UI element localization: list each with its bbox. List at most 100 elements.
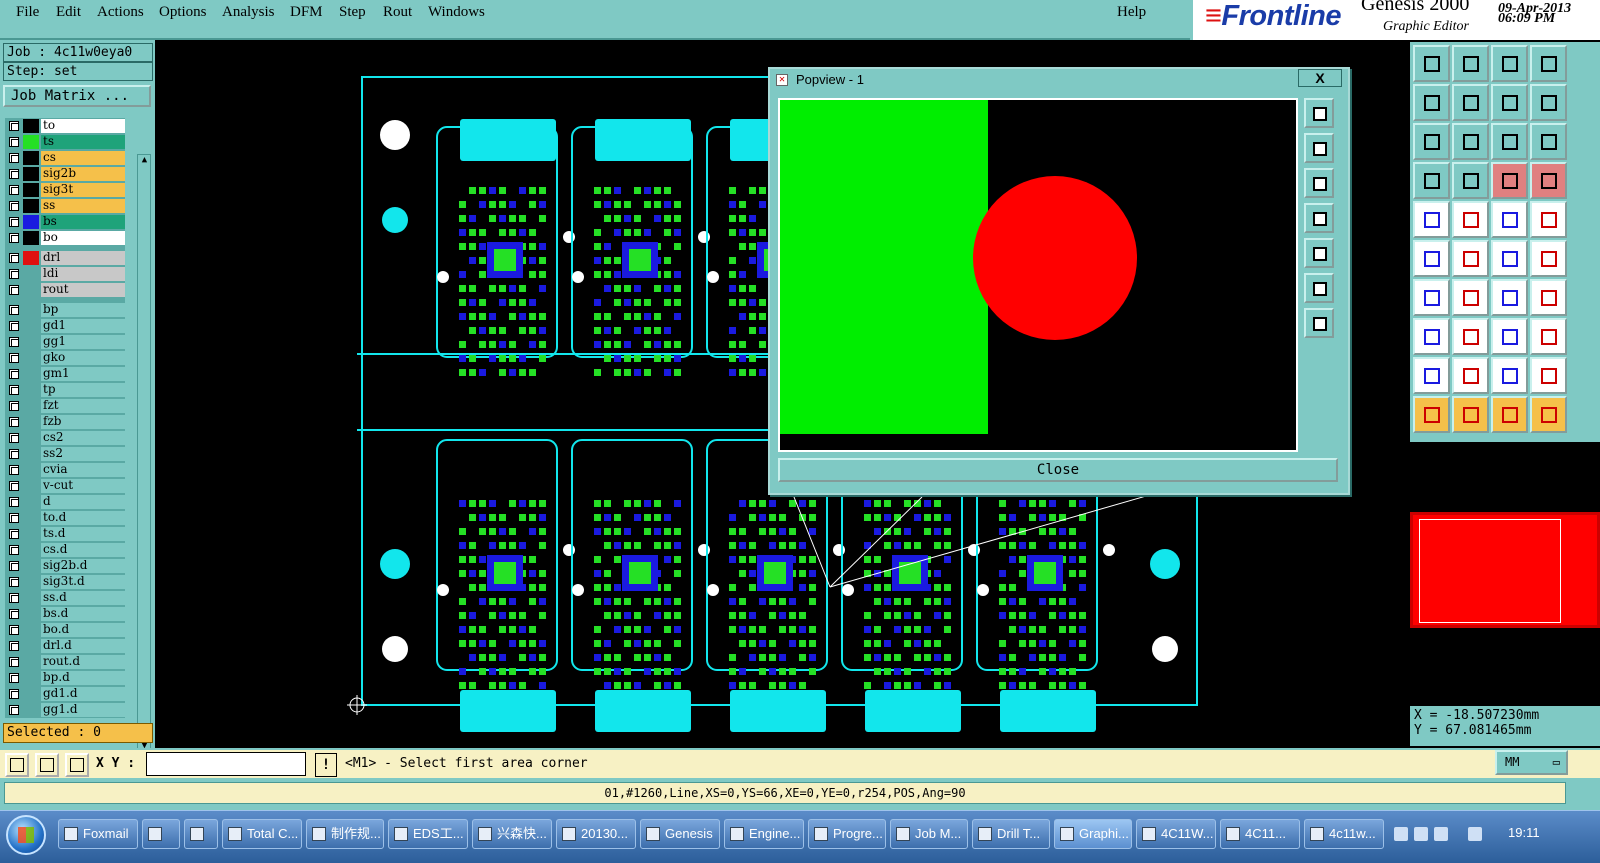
layer-checkbox[interactable]: [9, 545, 19, 555]
start-button[interactable]: [6, 815, 46, 855]
layer-name[interactable]: sig3t.d: [41, 575, 125, 589]
layer-color-swatch[interactable]: [23, 415, 39, 429]
layer-name[interactable]: sig2b.d: [41, 559, 125, 573]
snap-icon[interactable]: [5, 753, 29, 777]
measure-icon[interactable]: [35, 753, 59, 777]
layer-row-bp[interactable]: bp: [5, 302, 125, 317]
popview-canvas[interactable]: [778, 98, 1298, 452]
layer-name[interactable]: bp: [41, 303, 125, 317]
layer-color-swatch[interactable]: [23, 251, 39, 265]
tool-zoom-page-icon[interactable]: [1530, 45, 1567, 82]
grid-icon[interactable]: [65, 753, 89, 777]
layer-color-swatch[interactable]: [23, 559, 39, 573]
layer-row-sig3t.d[interactable]: sig3t.d: [5, 574, 125, 589]
layer-name[interactable]: rout.d: [41, 655, 125, 669]
layer-color-swatch[interactable]: [23, 543, 39, 557]
tool-right-icon[interactable]: [1452, 84, 1489, 121]
overview-map[interactable]: [1410, 512, 1600, 628]
layer-color-swatch[interactable]: [23, 231, 39, 245]
layer-color-swatch[interactable]: [23, 639, 39, 653]
layer-checkbox[interactable]: [9, 321, 19, 331]
pv-zoom-icon[interactable]: [1304, 98, 1334, 128]
layer-checkbox[interactable]: [9, 337, 19, 347]
layer-checkbox[interactable]: [9, 657, 19, 667]
layer-row-bs.d[interactable]: bs.d: [5, 606, 125, 621]
tool-ratio-icon[interactable]: [1491, 123, 1528, 160]
taskbar-task[interactable]: 兴森快...: [472, 819, 552, 849]
layer-name[interactable]: to.d: [41, 511, 125, 525]
tool-circle-icon[interactable]: [1530, 201, 1567, 238]
layer-name[interactable]: sig2b: [41, 167, 125, 181]
popview-titlebar[interactable]: ✕ Popview - 1 X: [770, 69, 1348, 91]
layer-name[interactable]: tp: [41, 383, 125, 397]
layer-color-swatch[interactable]: [23, 283, 39, 297]
tool-layer-b-icon[interactable]: [1530, 162, 1567, 199]
taskbar-task[interactable]: Graphi...: [1054, 819, 1132, 849]
layer-scrollbar[interactable]: ▲ ▼: [137, 154, 151, 754]
layer-checkbox[interactable]: [9, 217, 19, 227]
layer-row-cs[interactable]: cs: [5, 150, 125, 165]
tool-snap-settings-icon[interactable]: [1413, 162, 1450, 199]
tool-pin-icon[interactable]: [1452, 162, 1489, 199]
tool-angle-icon[interactable]: [1413, 279, 1450, 316]
layer-color-swatch[interactable]: [23, 463, 39, 477]
layer-checkbox[interactable]: [9, 137, 19, 147]
layer-row-cvia[interactable]: cvia: [5, 462, 125, 477]
layer-color-swatch[interactable]: [23, 267, 39, 281]
layer-checkbox[interactable]: [9, 593, 19, 603]
tray-network-icon[interactable]: [1414, 827, 1428, 841]
layer-row-ldi[interactable]: ldi: [5, 266, 125, 281]
layer-name[interactable]: drl: [41, 251, 125, 265]
layer-name[interactable]: ts: [41, 135, 125, 149]
layer-row-sig2b[interactable]: sig2b: [5, 166, 125, 181]
layer-row-ts[interactable]: ts: [5, 134, 125, 149]
layer-checkbox[interactable]: [9, 641, 19, 651]
layer-name[interactable]: gko: [41, 351, 125, 365]
menu-dfm[interactable]: DFM: [290, 4, 323, 21]
tool-cross-icon[interactable]: [1452, 240, 1489, 277]
tool-surface-c-icon[interactable]: [1491, 357, 1528, 394]
layer-color-swatch[interactable]: [23, 671, 39, 685]
taskbar-task[interactable]: Genesis: [640, 819, 720, 849]
layer-name[interactable]: bo: [41, 231, 125, 245]
taskbar-task[interactable]: 20130...: [556, 819, 636, 849]
layer-color-swatch[interactable]: [23, 383, 39, 397]
pv-left-icon[interactable]: [1304, 203, 1334, 233]
layer-row-gd1[interactable]: gd1: [5, 318, 125, 333]
layer-row-drl.d[interactable]: drl.d: [5, 638, 125, 653]
tool-rotate-icon[interactable]: [1491, 279, 1528, 316]
taskbar-task[interactable]: 4C11...: [1220, 819, 1300, 849]
layer-color-swatch[interactable]: [23, 511, 39, 525]
taskbar-task[interactable]: EDS工...: [388, 819, 468, 849]
pv-down-icon[interactable]: [1304, 168, 1334, 198]
layer-row-bs[interactable]: bs: [5, 214, 125, 229]
layer-color-swatch[interactable]: [23, 119, 39, 133]
layer-color-swatch[interactable]: [23, 527, 39, 541]
tool-surface-b-icon[interactable]: [1452, 357, 1489, 394]
taskbar-task[interactable]: [184, 819, 218, 849]
taskbar-task[interactable]: Job M...: [890, 819, 968, 849]
layer-checkbox[interactable]: [9, 689, 19, 699]
layer-row-ss2[interactable]: ss2: [5, 446, 125, 461]
taskbar-task[interactable]: 4c11w...: [1304, 819, 1384, 849]
popview-close-button[interactable]: Close: [778, 458, 1338, 482]
warning-button[interactable]: !: [315, 753, 337, 777]
tool-surface-a-icon[interactable]: [1413, 357, 1450, 394]
layer-row-ts.d[interactable]: ts.d: [5, 526, 125, 541]
tool-left-icon[interactable]: [1413, 84, 1450, 121]
menu-actions[interactable]: Actions: [97, 4, 144, 21]
pv-right-icon[interactable]: [1304, 238, 1334, 268]
layer-color-swatch[interactable]: [23, 687, 39, 701]
tool-down-icon[interactable]: [1452, 45, 1489, 82]
layer-row-rout.d[interactable]: rout.d: [5, 654, 125, 669]
layer-checkbox[interactable]: [9, 185, 19, 195]
layer-name[interactable]: ss: [41, 199, 125, 213]
layer-row-cs.d[interactable]: cs.d: [5, 542, 125, 557]
layer-row-cs2[interactable]: cs2: [5, 430, 125, 445]
job-matrix-button[interactable]: Job Matrix ...: [3, 85, 151, 107]
layer-color-swatch[interactable]: [23, 199, 39, 213]
layer-checkbox[interactable]: [9, 417, 19, 427]
layer-name[interactable]: fzb: [41, 415, 125, 429]
layer-checkbox[interactable]: [9, 513, 19, 523]
layer-name[interactable]: cs.d: [41, 543, 125, 557]
